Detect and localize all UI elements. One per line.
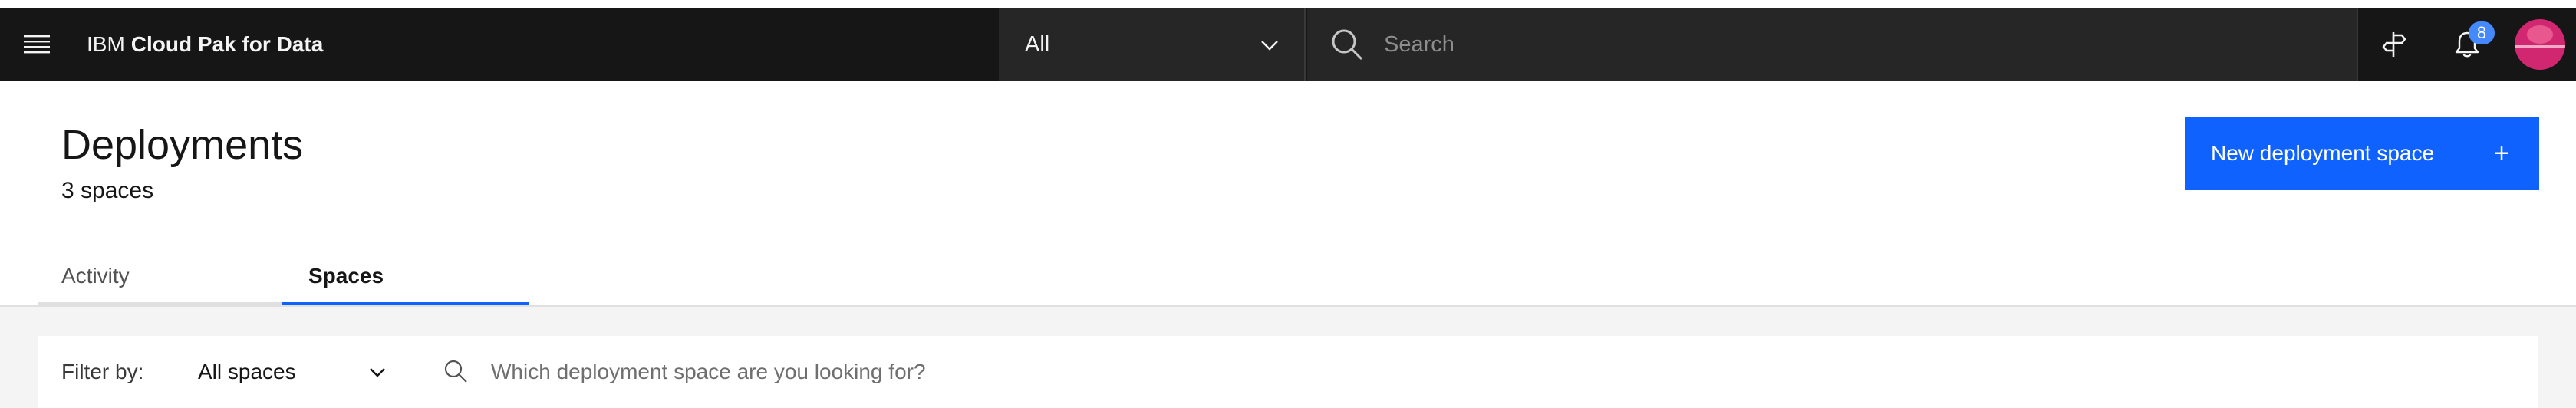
- search-icon: [444, 360, 467, 383]
- space-filter-dropdown[interactable]: All spaces: [198, 336, 420, 408]
- search-icon: [1332, 29, 1363, 61]
- brand-prefix: IBM: [87, 32, 125, 56]
- filter-label: Filter by:: [61, 360, 144, 383]
- product-name[interactable]: IBM Cloud Pak for Data: [87, 8, 323, 81]
- notifications-button[interactable]: 8: [2430, 8, 2504, 81]
- help-button[interactable]: [2357, 8, 2430, 81]
- chevron-down-icon: [370, 368, 385, 377]
- space-filter-value: All spaces: [198, 360, 296, 383]
- add-icon: +: [2494, 138, 2509, 168]
- hamburger-menu-button[interactable]: [0, 8, 74, 81]
- space-search-input[interactable]: [491, 351, 1412, 393]
- brand-name: Cloud Pak for Data: [130, 32, 324, 56]
- signpost-icon: [2382, 32, 2406, 57]
- new-deployment-space-button[interactable]: New deployment space +: [2185, 117, 2539, 190]
- global-search-input[interactable]: [1384, 23, 2304, 66]
- tab-spaces[interactable]: Spaces: [282, 253, 529, 305]
- tab-activity[interactable]: Activity: [38, 253, 282, 305]
- top-navigation-bar: IBMCloud Pak for Data All 8: [0, 0, 2576, 81]
- spaces-count: 3 spaces: [61, 178, 154, 203]
- chevron-down-icon: [1261, 41, 1278, 51]
- hamburger-menu-icon: [24, 35, 50, 54]
- filter-toolbar: Filter by: All spaces: [38, 336, 2538, 408]
- search-scope-dropdown[interactable]: All: [999, 8, 1306, 81]
- global-search: [1307, 8, 2357, 81]
- new-deployment-space-label: New deployment space: [2211, 141, 2435, 165]
- notification-count-badge: 8: [2469, 21, 2495, 44]
- search-scope-value: All: [1025, 32, 1050, 57]
- user-profile-button[interactable]: [2504, 8, 2576, 81]
- page-title: Deployments: [61, 122, 304, 168]
- avatar: [2515, 19, 2565, 70]
